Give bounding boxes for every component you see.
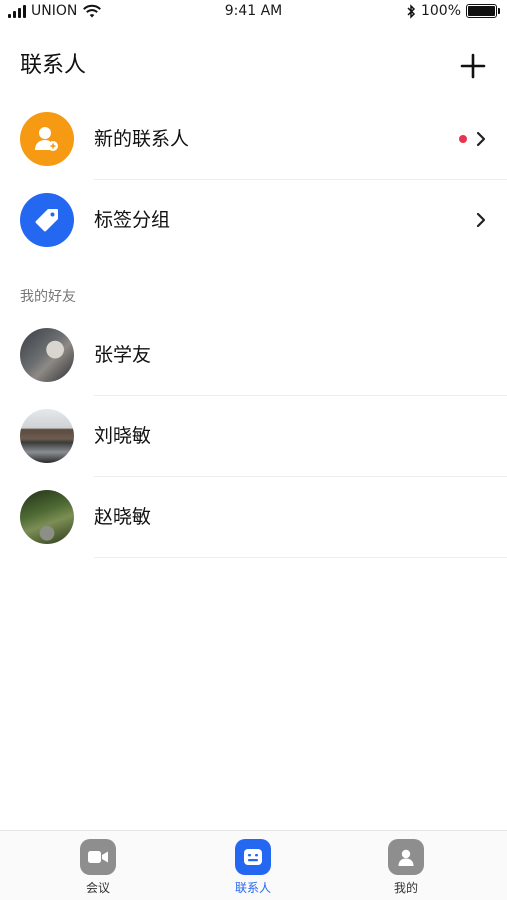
- tab-label: 会议: [85, 881, 110, 895]
- menu-item-tag-groups[interactable]: 标签分组: [0, 181, 507, 261]
- battery-percent: 100%: [420, 3, 461, 19]
- header: 联系人: [20, 46, 487, 86]
- divider: [94, 476, 507, 477]
- friend-name: 刘晓敏: [94, 425, 152, 447]
- avatar: [20, 328, 74, 382]
- video-icon: [80, 839, 116, 875]
- plus-icon[interactable]: [459, 52, 487, 80]
- profile-icon: [388, 839, 424, 875]
- tab-label: 联系人: [234, 881, 271, 895]
- tab-bar: 会议 联系人 我的: [0, 830, 507, 900]
- tab-profile[interactable]: 我的: [356, 839, 456, 896]
- battery-icon: [466, 4, 500, 18]
- chevron-right-icon: [476, 212, 486, 228]
- contacts-icon: [235, 839, 271, 875]
- tag-icon: [20, 193, 74, 247]
- unread-badge: [459, 135, 467, 143]
- add-contact-icon: [20, 112, 74, 166]
- status-right: 100%: [406, 3, 500, 19]
- friend-name: 赵晓敏: [94, 506, 152, 528]
- status-bar: UNION 9:41 AM 100%: [0, 0, 507, 26]
- tab-label: 我的: [393, 881, 418, 895]
- page-title: 联系人: [20, 53, 87, 78]
- friend-item[interactable]: 赵晓敏: [0, 478, 507, 558]
- friend-item[interactable]: 张学友: [0, 316, 507, 396]
- avatar: [20, 490, 74, 544]
- tab-contacts[interactable]: 联系人: [203, 839, 303, 896]
- tab-meetings[interactable]: 会议: [48, 839, 148, 896]
- section-title-friends: 我的好友: [20, 289, 76, 305]
- divider: [94, 179, 507, 180]
- menu-item-new-contacts[interactable]: 新的联系人: [0, 100, 507, 180]
- battery-fill: [468, 6, 495, 16]
- bluetooth-icon: [407, 3, 416, 19]
- friend-item[interactable]: 刘晓敏: [0, 397, 507, 477]
- divider: [94, 395, 507, 396]
- menu-item-label: 新的联系人: [94, 128, 190, 150]
- avatar: [20, 409, 74, 463]
- chevron-right-icon: [476, 131, 486, 147]
- friend-name: 张学友: [94, 344, 152, 366]
- divider: [94, 557, 507, 558]
- menu-item-label: 标签分组: [94, 209, 171, 231]
